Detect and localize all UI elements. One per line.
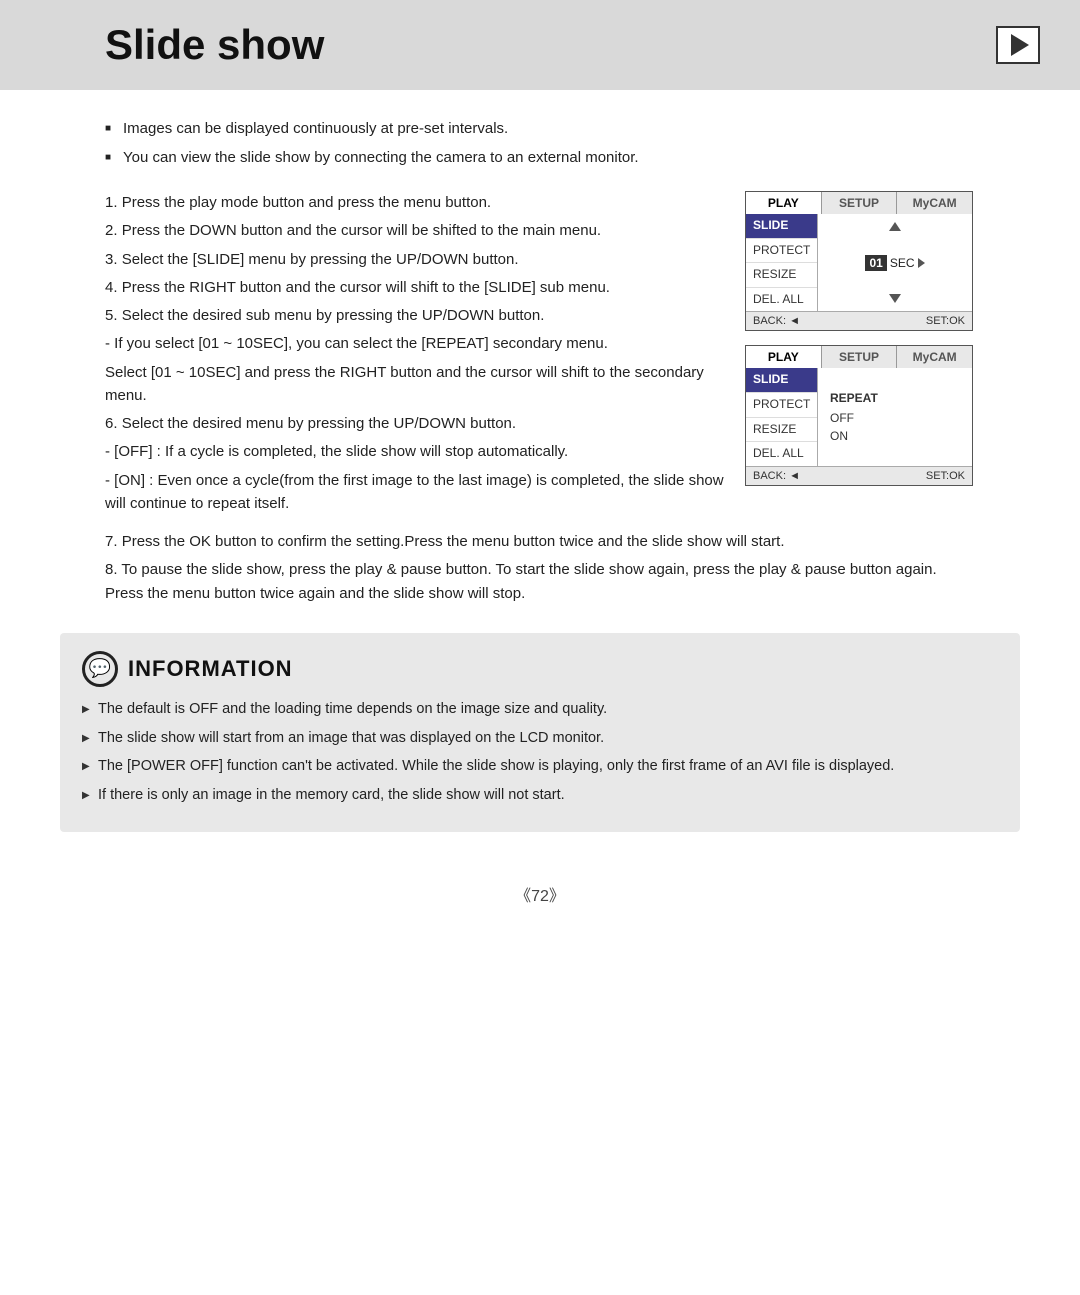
info-bullet-1: The default is OFF and the loading time … [82,699,992,721]
intro-bullets: Images can be displayed continuously at … [105,118,975,169]
intro-bullet-1: Images can be displayed continuously at … [105,118,975,141]
info-bullet-4: If there is only an image in the memory … [82,785,992,807]
menu2-set: SET:OK [926,470,965,482]
repeat-off: OFF [830,409,960,427]
menu1-row-slide: SLIDE [746,214,817,239]
sec-row: 01 SEC [865,255,924,271]
menu2-header: PLAY SETUP MyCAM [746,346,972,368]
step-7: 7. Press the OK button to confirm the se… [105,530,975,553]
menu2-back: BACK: ◄ [753,470,800,482]
info-bullet-2: The slide show will start from an image … [82,728,992,750]
page-title: Slide show [105,21,324,69]
numbered-steps: 1. Press the play mode button and press … [105,191,725,515]
step-4: 4. Press the RIGHT button and the cursor… [105,276,725,299]
menu1-left: SLIDE PROTECT RESIZE DEL. ALL [746,214,818,311]
page-number: 《72》 [0,882,1080,926]
menu2-tab-setup: SETUP [822,346,898,368]
steps-menus-section: 1. Press the play mode button and press … [105,191,975,520]
info-title: INFORMATION [128,656,293,682]
info-bullet-3: The [POWER OFF] function can't be activa… [82,756,992,778]
play-triangle [1011,34,1029,56]
sec-label: SEC [890,256,915,270]
menu1-back: BACK: ◄ [753,315,800,327]
full-width-steps: 7. Press the OK button to confirm the se… [105,530,975,605]
menu1-tab-play: PLAY [746,192,822,214]
menu1-right-content: 01 SEC [824,218,966,307]
menu2-tab-mycam: MyCAM [897,346,972,368]
menu2-right-inner: REPEAT OFF ON [824,385,966,449]
step-num: 4. [105,279,122,296]
menu1-tab-mycam: MyCAM [897,192,972,214]
menu1-set: SET:OK [926,315,965,327]
menu2-row-protect: PROTECT [746,393,817,418]
menu2-row-delall: DEL. ALL [746,442,817,466]
info-icon: 💬 [82,651,118,687]
step-num: 3. [105,251,122,268]
menu2-tab-play: PLAY [746,346,822,368]
sec-value: 01 [865,255,886,271]
menus-column: PLAY SETUP MyCAM SLIDE PROTECT RESIZE DE… [745,191,975,486]
step-8: 8. To pause the slide show, press the pl… [105,558,975,605]
menu1-tab-setup: SETUP [822,192,898,214]
main-content: Images can be displayed continuously at … [0,90,1080,605]
step-8-num: 8. [105,561,121,578]
step-5a: - If you select [01 ~ 10SEC], you can se… [105,332,725,355]
menu2-right: REPEAT OFF ON [818,368,972,465]
information-box: 💬 INFORMATION The default is OFF and the… [60,633,1020,832]
repeat-on: ON [830,427,960,445]
menu1-row-protect: PROTECT [746,239,817,264]
menu2-row-slide: SLIDE [746,368,817,393]
step-5: 5. Select the desired sub menu by pressi… [105,304,725,327]
repeat-label: REPEAT [830,389,960,409]
menu2-row-resize: RESIZE [746,418,817,443]
menu1-footer: BACK: ◄ SET:OK [746,311,972,330]
menu2-body: SLIDE PROTECT RESIZE DEL. ALL REPEAT OFF… [746,368,972,465]
intro-bullet-2: You can view the slide show by connectin… [105,147,975,170]
camera-menu-2: PLAY SETUP MyCAM SLIDE PROTECT RESIZE DE… [745,345,973,485]
menu1-row-delall: DEL. ALL [746,288,817,312]
menu1-header: PLAY SETUP MyCAM [746,192,972,214]
arrow-up-icon [889,222,901,231]
menu1-body: SLIDE PROTECT RESIZE DEL. ALL 01 SEC [746,214,972,311]
step-num: 5. [105,307,122,324]
page-header: Slide show [0,0,1080,90]
menu1-row-resize: RESIZE [746,263,817,288]
step-5b: Select [01 ~ 10SEC] and press the RIGHT … [105,361,725,408]
step-6b: - [ON] : Even once a cycle(from the firs… [105,469,725,516]
step-num: 2. [105,222,122,239]
steps-column: 1. Press the play mode button and press … [105,191,725,520]
menu2-left: SLIDE PROTECT RESIZE DEL. ALL [746,368,818,465]
camera-menu-1: PLAY SETUP MyCAM SLIDE PROTECT RESIZE DE… [745,191,973,331]
arrow-right-icon [918,258,925,268]
step-1: 1. Press the play mode button and press … [105,191,725,214]
menu2-footer: BACK: ◄ SET:OK [746,466,972,485]
step-6: 6. Select the desired menu by pressing t… [105,412,725,435]
arrow-down-icon [889,294,901,303]
info-bullets: The default is OFF and the loading time … [82,699,992,807]
info-header: 💬 INFORMATION [82,651,992,687]
step-2: 2. Press the DOWN button and the cursor … [105,219,725,242]
step-num: 1. [105,194,122,211]
menu1-right: 01 SEC [818,214,972,311]
step-7-num: 7. [105,533,122,550]
step-6a: - [OFF] : If a cycle is completed, the s… [105,440,725,463]
step-num: 6. [105,415,122,432]
play-mode-icon [996,26,1040,64]
step-3: 3. Select the [SLIDE] menu by pressing t… [105,248,725,271]
